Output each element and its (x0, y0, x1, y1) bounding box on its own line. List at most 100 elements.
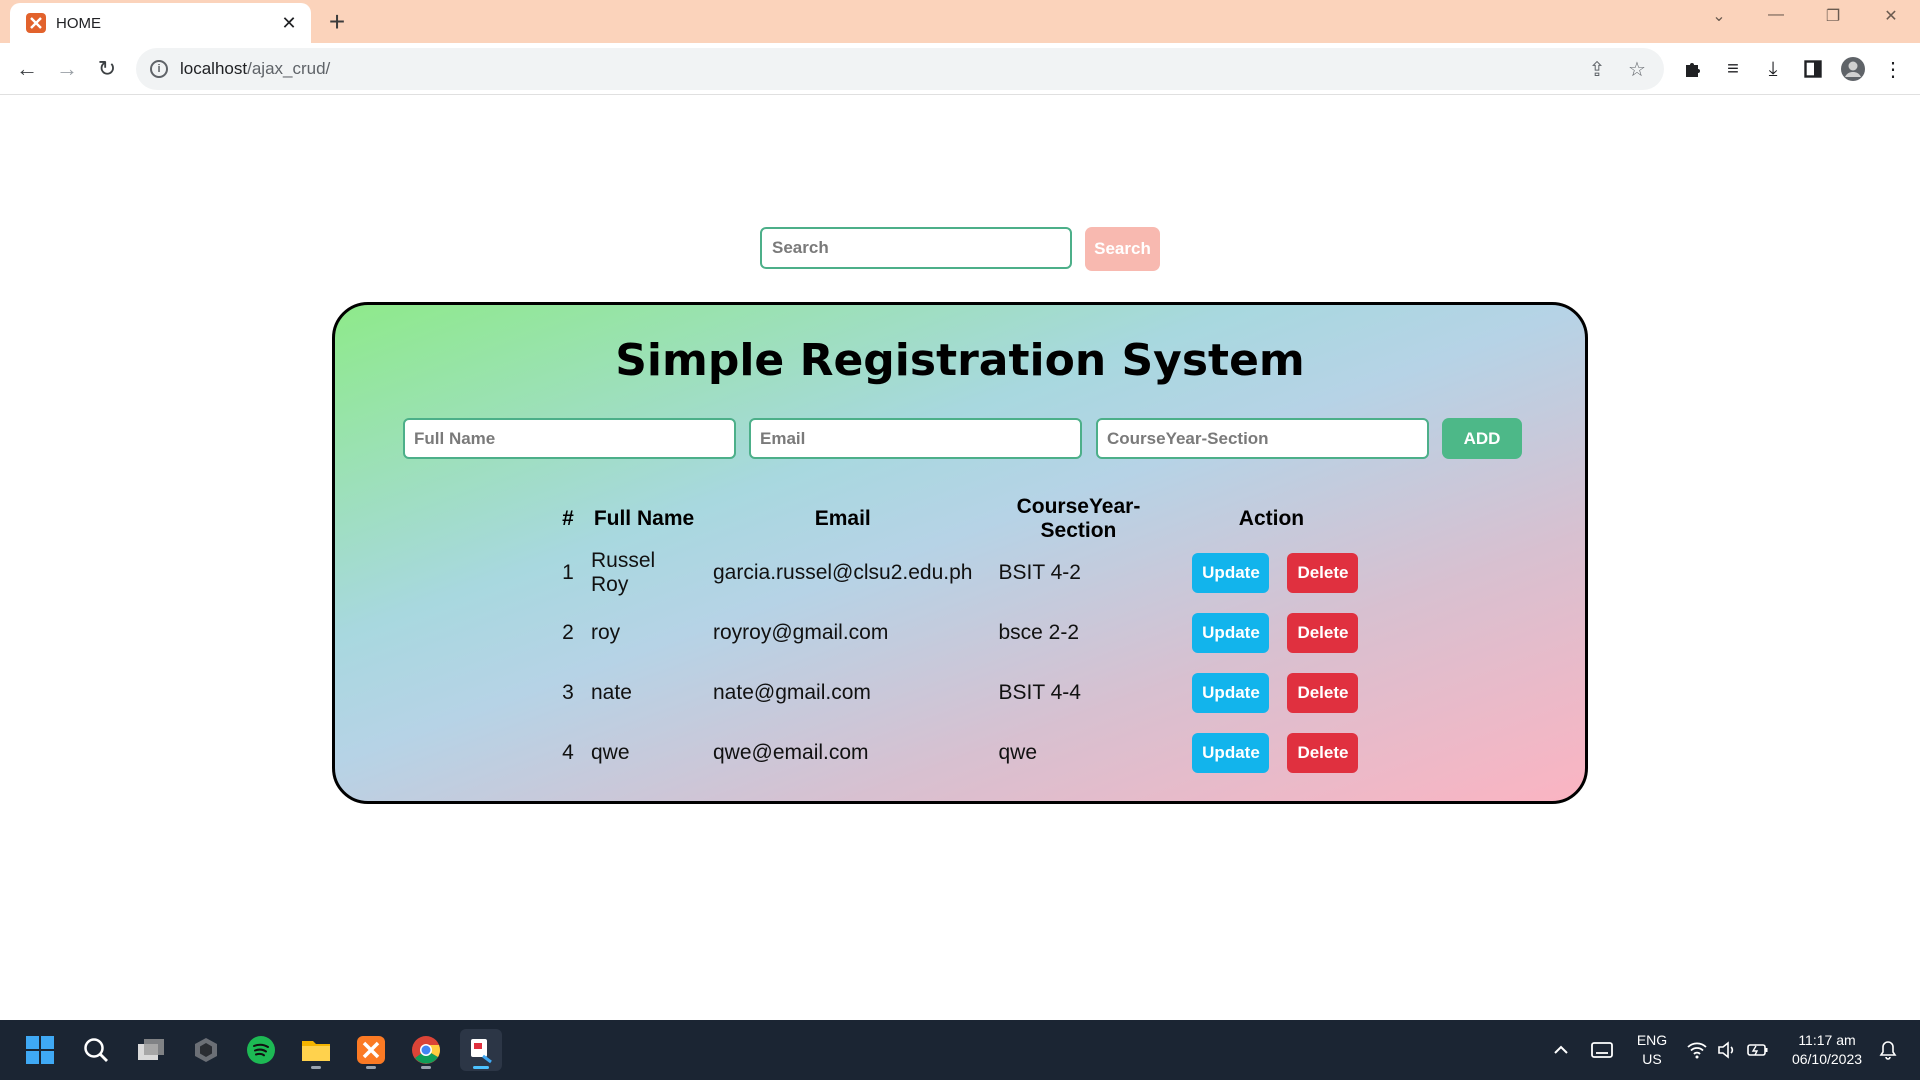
url-path: /ajax_crud/ (247, 59, 331, 78)
delete-button[interactable]: Delete (1287, 613, 1359, 653)
running-indicator (421, 1066, 431, 1069)
url-host: localhost (180, 59, 248, 78)
chrome-icon[interactable] (405, 1029, 447, 1071)
windows-start-icon[interactable] (19, 1029, 61, 1071)
row-full-name: qwe (591, 741, 630, 764)
row-actions: Update Delete (1176, 543, 1366, 603)
touch-keyboard-icon[interactable] (1588, 1020, 1616, 1080)
table-row: 2 roy royroy@gmail.com bsce 2-2 Update D… (553, 603, 1366, 663)
tab-search-chevron-icon[interactable]: ⌄ (1704, 6, 1734, 26)
browser-tab-strip: HOME ✕ + ⌄ — ❐ ✕ (0, 0, 1920, 43)
region-code: US (1642, 1051, 1662, 1067)
row-email: royroy@gmail.com (713, 621, 889, 644)
search-button[interactable]: Search (1085, 227, 1160, 271)
profile-avatar-icon[interactable] (1839, 55, 1867, 83)
media-playlist-icon[interactable]: ≡ (1719, 55, 1747, 83)
running-indicator (473, 1066, 489, 1069)
site-info-icon[interactable]: i (150, 60, 168, 78)
update-button[interactable]: Update (1192, 553, 1270, 593)
extensions-puzzle-icon[interactable] (1679, 55, 1707, 83)
xampp-icon[interactable] (350, 1029, 392, 1071)
row-course: BSIT 4-4 (998, 681, 1081, 704)
browser-menu-icon[interactable]: ⋮ (1879, 55, 1907, 83)
update-button[interactable]: Update (1192, 733, 1270, 773)
spotify-icon[interactable] (240, 1029, 282, 1071)
address-bar[interactable]: i localhost/ajax_crud/ ⇪ ☆ (136, 48, 1664, 90)
notification-bell-icon[interactable] (1874, 1020, 1902, 1080)
minimize-window-icon[interactable]: — (1761, 6, 1791, 24)
running-indicator (311, 1066, 321, 1069)
row-full-name: roy (591, 621, 621, 644)
update-button[interactable]: Update (1192, 673, 1270, 713)
search-icon[interactable] (75, 1029, 117, 1071)
file-explorer-icon[interactable] (295, 1029, 337, 1071)
xampp-favicon-icon (26, 13, 46, 33)
delete-button[interactable]: Delete (1287, 673, 1359, 713)
row-number: 2 (562, 621, 574, 644)
volume-icon[interactable] (1714, 1020, 1740, 1080)
row-number: 1 (562, 561, 574, 584)
email-field[interactable] (749, 418, 1082, 459)
row-email: nate@gmail.com (713, 681, 871, 704)
header-action: Action (1238, 507, 1305, 530)
reload-icon[interactable]: ↻ (92, 54, 122, 84)
row-course: bsce 2-2 (998, 621, 1080, 644)
page-title: Simple Registration System (615, 335, 1305, 386)
show-hidden-icons-chevron-icon[interactable] (1548, 1020, 1574, 1080)
close-window-icon[interactable]: ✕ (1876, 6, 1906, 26)
row-email: qwe@email.com (713, 741, 869, 764)
battery-icon[interactable] (1744, 1020, 1772, 1080)
header-number: # (562, 507, 574, 530)
clock[interactable]: 11:17 am 06/10/2023 (1780, 1020, 1874, 1080)
browser-tab-home[interactable]: HOME ✕ (10, 3, 311, 43)
share-icon[interactable]: ⇪ (1584, 56, 1610, 82)
row-email: garcia.russel@clsu2.edu.ph (713, 561, 973, 584)
row-full-name: Russel Roy (591, 549, 656, 596)
row-actions: Update Delete (1176, 663, 1366, 723)
bookmark-star-icon[interactable]: ☆ (1624, 56, 1650, 82)
table-row: 3 nate nate@gmail.com BSIT 4-4 Update De… (553, 663, 1366, 723)
header-email: Email (814, 507, 871, 530)
row-course: BSIT 4-2 (998, 561, 1081, 584)
language-indicator[interactable]: ENG US (1630, 1020, 1674, 1080)
task-view-icon[interactable] (130, 1029, 172, 1071)
row-full-name: nate (591, 681, 632, 704)
add-button[interactable]: ADD (1442, 418, 1522, 459)
close-tab-icon[interactable]: ✕ (279, 13, 299, 34)
clock-date: 06/10/2023 (1791, 1051, 1863, 1067)
row-actions: Update Delete (1176, 603, 1366, 663)
delete-button[interactable]: Delete (1287, 553, 1359, 593)
delete-button[interactable]: Delete (1287, 733, 1359, 773)
wifi-icon[interactable] (1684, 1020, 1710, 1080)
row-course: qwe (998, 741, 1037, 764)
update-button[interactable]: Update (1192, 613, 1270, 653)
running-indicator (366, 1066, 376, 1069)
app-hexagon-icon[interactable] (185, 1029, 227, 1071)
forward-arrow-icon[interactable]: → (52, 54, 82, 84)
table-row: 1 Russel Roy garcia.russel@clsu2.edu.ph … (553, 543, 1366, 603)
row-number: 4 (562, 741, 574, 764)
clock-time: 11:17 am (1798, 1032, 1856, 1048)
download-icon[interactable]: ⤓ (1759, 55, 1787, 83)
browser-toolbar: ← → ↻ i localhost/ajax_crud/ ⇪ ☆ ≡ ⤓ ⋮ (0, 43, 1920, 95)
windows-taskbar: ENG US 11:17 am 06/10/2023 (0, 1020, 1920, 1080)
url-text[interactable]: localhost/ajax_crud/ (180, 59, 1584, 79)
registration-card: Simple Registration System ADD # Full Na… (332, 302, 1588, 804)
back-arrow-icon[interactable]: ← (12, 54, 42, 84)
header-full-name: Full Name (593, 507, 695, 530)
table-row: 4 qwe qwe@email.com qwe Update Delete (553, 723, 1366, 783)
snipping-tool-icon[interactable] (460, 1029, 502, 1071)
new-tab-icon[interactable]: + (325, 6, 349, 38)
search-input[interactable] (760, 227, 1072, 269)
course-field[interactable] (1096, 418, 1429, 459)
full-name-field[interactable] (403, 418, 736, 459)
header-course: CourseYear-Section (1016, 495, 1141, 542)
language-code: ENG (1636, 1032, 1668, 1048)
restore-window-icon[interactable]: ❐ (1818, 6, 1848, 26)
students-table: # Full Name Email CourseYear-Section Act… (553, 495, 1366, 783)
table-header-row: # Full Name Email CourseYear-Section Act… (553, 495, 1366, 543)
side-panel-icon[interactable] (1799, 55, 1827, 83)
tab-title: HOME (56, 14, 101, 32)
row-number: 3 (562, 681, 574, 704)
row-actions: Update Delete (1176, 723, 1366, 783)
